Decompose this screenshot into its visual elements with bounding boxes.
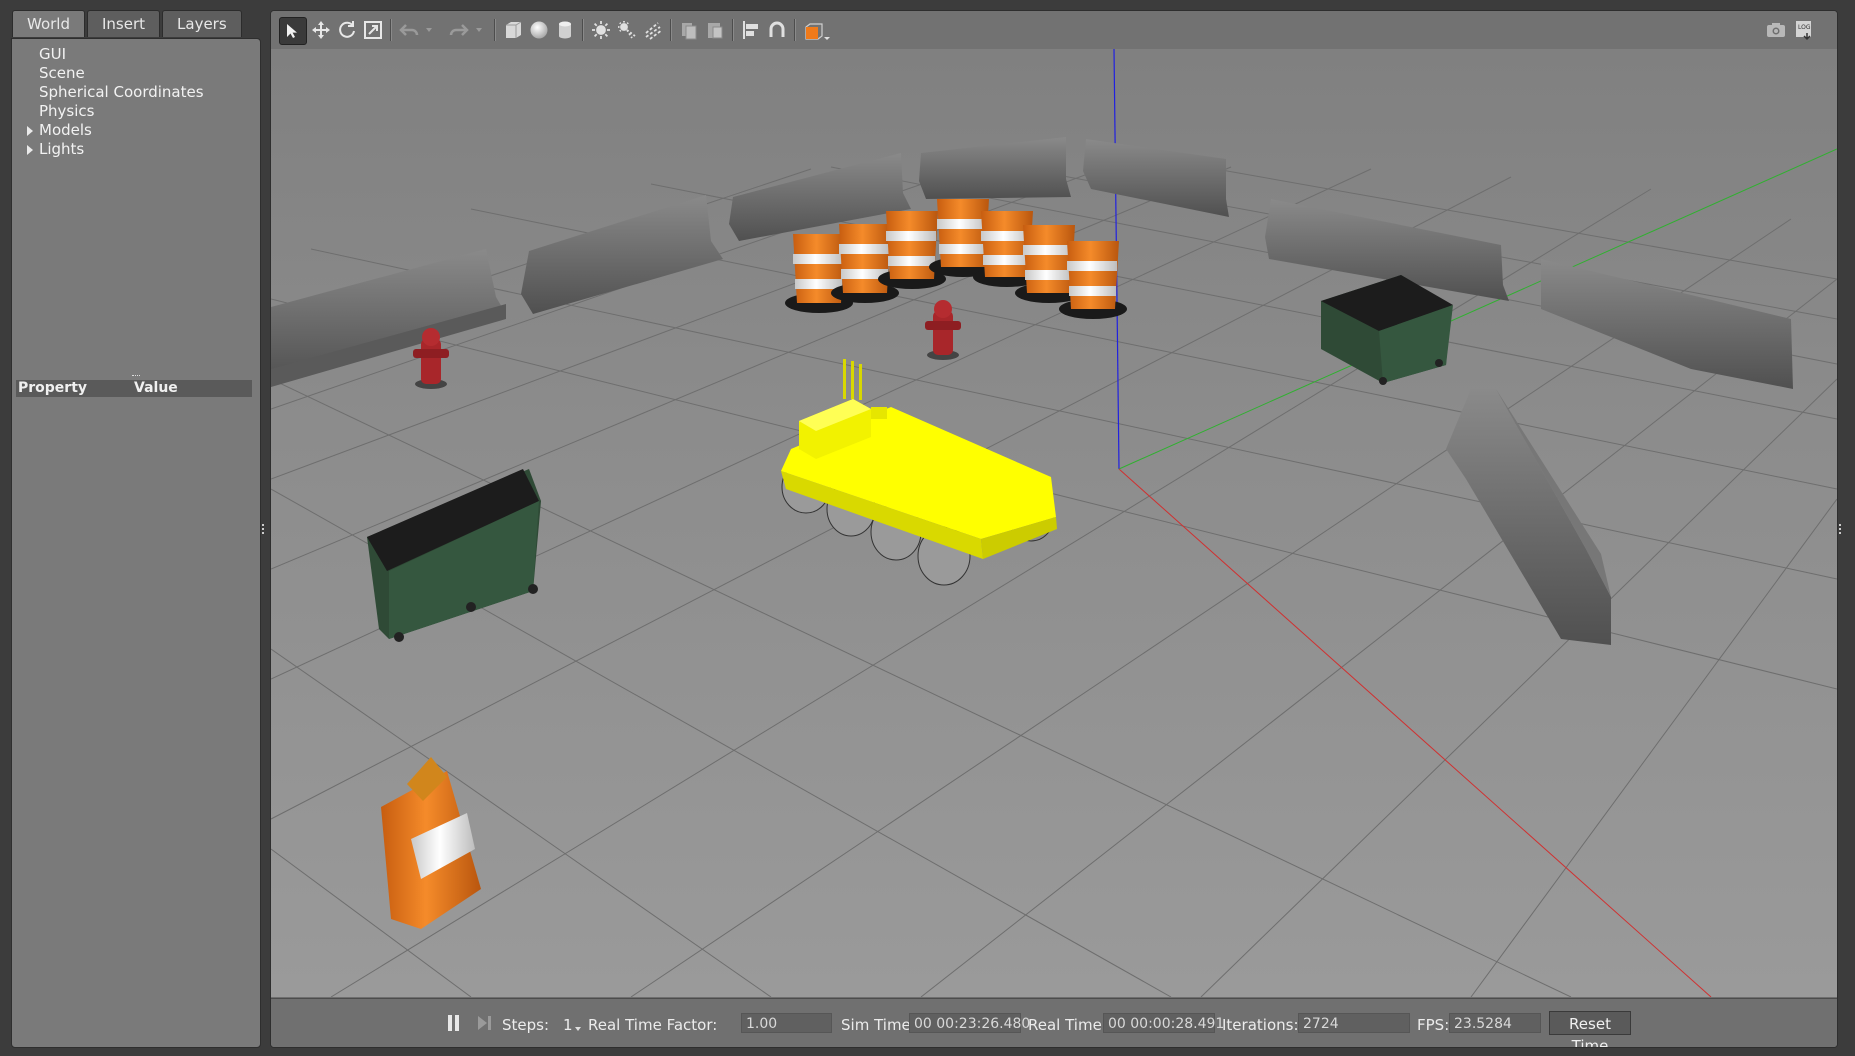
barrel-stripe — [983, 255, 1030, 265]
steps-label: Steps: — [502, 1016, 550, 1034]
tree-item-label: GUI — [39, 45, 67, 63]
fps-label: FPS: — [1417, 1016, 1450, 1034]
value-column-header: Value — [134, 380, 178, 396]
toolbar-separator — [794, 19, 796, 41]
expand-arrow-icon[interactable] — [27, 126, 33, 136]
barrel-stripe — [795, 279, 842, 289]
toolbar: LOG — [271, 11, 1837, 50]
copy-icon[interactable] — [676, 17, 702, 43]
steps-value[interactable]: 1 — [563, 1016, 573, 1034]
barrel — [1067, 241, 1119, 309]
tree-item-label: Lights — [39, 140, 85, 158]
directional-light-icon[interactable] — [640, 17, 666, 43]
barrel-stripe — [886, 231, 936, 241]
property-table-header: Property Value — [16, 380, 252, 397]
point-light-icon[interactable] — [588, 17, 614, 43]
view-angle-icon[interactable] — [800, 17, 834, 43]
barrel-stripe — [793, 254, 843, 264]
select-mode-icon[interactable] — [279, 17, 307, 45]
redo-history-icon[interactable] — [472, 17, 486, 43]
sim-time-label: Sim Time: — [841, 1016, 916, 1034]
tree-item-label: Spherical Coordinates — [39, 83, 204, 101]
tree-item-label: Physics — [39, 102, 95, 120]
tree-item-lights[interactable]: Lights — [12, 140, 260, 159]
fps-field: 23.5284 — [1449, 1013, 1541, 1033]
box-shape-icon[interactable] — [500, 17, 526, 43]
real-time-label: Real Time: — [1028, 1016, 1107, 1034]
steps-dropdown-icon[interactable] — [574, 1021, 582, 1037]
align-icon[interactable] — [738, 17, 764, 43]
redo-icon[interactable] — [446, 17, 472, 43]
reset-time-button[interactable]: Reset Time — [1549, 1011, 1631, 1047]
tree-item-models[interactable]: Models — [12, 121, 260, 140]
barrel-stripe — [1069, 286, 1116, 296]
property-column-header: Property — [18, 380, 88, 396]
tab-layers[interactable]: Layers — [162, 10, 242, 37]
barrel-stripe — [888, 256, 935, 266]
world-panel: GUI Scene Spherical Coordinates Physics … — [11, 38, 261, 1048]
barrel-stripe — [839, 244, 889, 254]
iterations-field: 2724 — [1298, 1013, 1410, 1033]
tree-item-spherical-coordinates[interactable]: Spherical Coordinates — [12, 83, 260, 102]
toolbar-separator — [582, 19, 584, 41]
toolbar-separator — [732, 19, 734, 41]
tab-insert[interactable]: Insert — [87, 10, 161, 37]
left-panel-collapse-handle[interactable] — [262, 524, 267, 534]
tab-world[interactable]: World — [12, 10, 85, 37]
simulation-status-bar: Steps: 1 Real Time Factor: 1.00 Sim Time… — [271, 998, 1837, 1047]
spot-light-icon[interactable] — [614, 17, 640, 43]
right-panel-collapse-handle[interactable] — [1839, 524, 1844, 534]
main-area: LOG Steps: 1 Real Time Factor: 1.00 Sim … — [270, 10, 1838, 1048]
rotate-mode-icon[interactable] — [334, 17, 360, 43]
tree-item-physics[interactable]: Physics — [12, 102, 260, 121]
barrel-stripe — [1067, 261, 1117, 271]
paste-icon[interactable] — [702, 17, 728, 43]
toolbar-separator — [670, 19, 672, 41]
left-panel-tabs: World Insert Layers — [12, 10, 242, 38]
splitter-handle[interactable] — [132, 375, 140, 379]
snap-icon[interactable] — [764, 17, 790, 43]
real-time-field: 00 00:00:28.491 — [1103, 1013, 1224, 1033]
log-icon[interactable]: LOG — [1791, 17, 1817, 43]
real-time-factor-field: 1.00 — [741, 1013, 832, 1033]
toolbar-separator — [390, 19, 392, 41]
barrel — [1023, 225, 1075, 293]
undo-history-icon[interactable] — [422, 17, 436, 43]
world-tree: GUI Scene Spherical Coordinates Physics … — [12, 45, 260, 159]
step-button[interactable] — [476, 1012, 494, 1034]
sim-time-field: 00 00:23:26.480 — [909, 1013, 1030, 1033]
sphere-shape-icon[interactable] — [526, 17, 552, 43]
tree-item-scene[interactable]: Scene — [12, 64, 260, 83]
cylinder-shape-icon[interactable] — [552, 17, 578, 43]
scale-mode-icon[interactable] — [360, 17, 386, 43]
iterations-label: Iterations: — [1222, 1016, 1299, 1034]
barrel-stripe — [937, 219, 987, 229]
undo-icon[interactable] — [396, 17, 422, 43]
scene-viewport[interactable] — [271, 49, 1837, 997]
toolbar-separator — [494, 19, 496, 41]
tree-item-gui[interactable]: GUI — [12, 45, 260, 64]
pause-button[interactable] — [446, 1012, 462, 1034]
svg-text:LOG: LOG — [1798, 24, 1811, 31]
barrel-stripe — [939, 244, 986, 254]
barrel-stripe — [1025, 270, 1072, 280]
tree-item-label: Models — [39, 121, 92, 139]
screenshot-icon[interactable] — [1763, 17, 1789, 43]
barrel-stripe — [1023, 245, 1073, 255]
real-time-factor-label: Real Time Factor: — [588, 1016, 718, 1034]
tree-item-label: Scene — [39, 64, 85, 82]
translate-mode-icon[interactable] — [308, 17, 334, 43]
expand-arrow-icon[interactable] — [27, 145, 33, 155]
